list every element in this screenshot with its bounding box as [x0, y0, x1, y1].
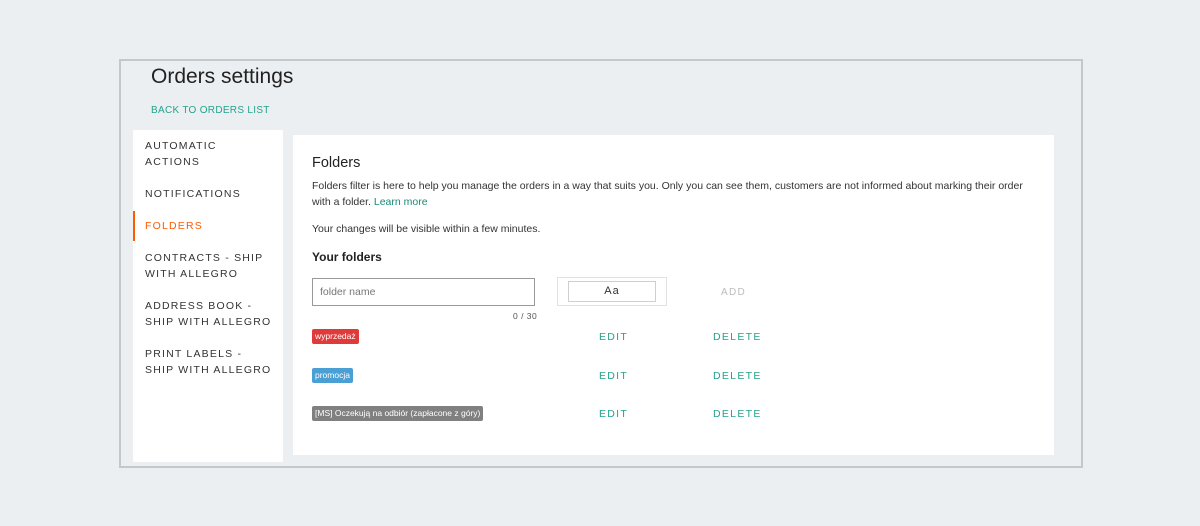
sidebar-item-automatic-actions[interactable]: AUTOMATIC ACTIONS — [133, 130, 283, 178]
delete-button[interactable]: DELETE — [713, 408, 762, 420]
folder-badge: [MS] Oczekują na odbiór (zapłacone z gór… — [312, 406, 484, 421]
learn-more-link[interactable]: Learn more — [374, 196, 428, 208]
delete-button[interactable]: DELETE — [713, 331, 762, 343]
folder-badge: wyprzedaż — [312, 329, 359, 344]
sidebar-item-contracts[interactable]: CONTRACTS - SHIP WITH ALLEGRO — [133, 242, 283, 290]
folder-row: promocja EDIT DELETE — [312, 368, 1032, 384]
sidebar-item-folders[interactable]: FOLDERS — [133, 210, 283, 242]
your-folders-heading: Your folders — [312, 250, 382, 264]
folder-row: [MS] Oczekują na odbiór (zapłacone z gór… — [312, 406, 1032, 422]
folder-name-input[interactable] — [312, 278, 535, 306]
folders-panel: Folders Folders filter is here to help y… — [293, 135, 1054, 455]
folder-badge: promocja — [312, 368, 353, 383]
visibility-note: Your changes will be visible within a fe… — [312, 223, 541, 235]
edit-button[interactable]: EDIT — [599, 408, 628, 420]
settings-sidebar: AUTOMATIC ACTIONS NOTIFICATIONS FOLDERS … — [133, 130, 283, 462]
sidebar-item-notifications[interactable]: NOTIFICATIONS — [133, 178, 283, 210]
color-preview: Aa — [568, 281, 656, 302]
folder-row: wyprzedaż EDIT DELETE — [312, 329, 1032, 345]
color-picker[interactable]: Aa — [557, 277, 667, 306]
folders-description: Folders filter is here to help you manag… — [312, 179, 1032, 210]
sidebar-item-address-book[interactable]: ADDRESS BOOK - SHIP WITH ALLEGRO — [133, 290, 283, 338]
back-to-orders-link[interactable]: BACK TO ORDERS LIST — [151, 105, 270, 116]
section-title: Folders — [312, 155, 361, 171]
edit-button[interactable]: EDIT — [599, 331, 628, 343]
char-counter: 0 / 30 — [513, 311, 538, 321]
settings-frame: Orders settings BACK TO ORDERS LIST AUTO… — [119, 59, 1083, 468]
delete-button[interactable]: DELETE — [713, 370, 762, 382]
sidebar-item-print-labels[interactable]: PRINT LABELS - SHIP WITH ALLEGRO — [133, 338, 283, 386]
edit-button[interactable]: EDIT — [599, 370, 628, 382]
page-title: Orders settings — [151, 65, 294, 88]
add-folder-button[interactable]: ADD — [721, 287, 746, 298]
